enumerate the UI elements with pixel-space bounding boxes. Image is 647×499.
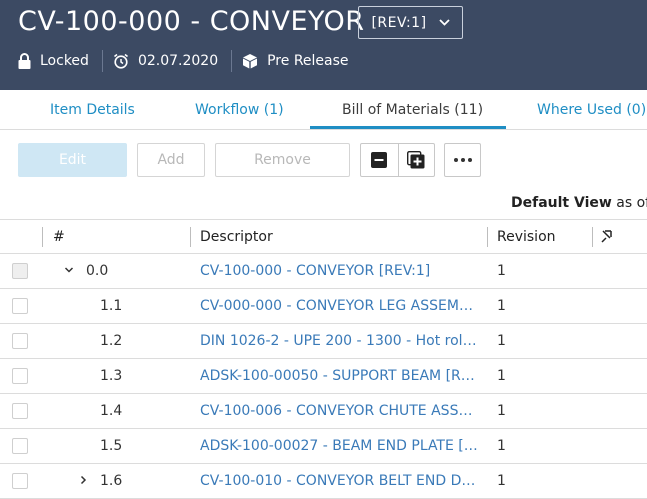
release-date-label: 02.07.2020 [137, 53, 219, 69]
item-meta: Locked 02.07.2020 Pre Release [18, 50, 349, 72]
more-options-icon [453, 158, 458, 162]
collapse-all-button[interactable] [361, 144, 398, 176]
expand-all-icon [407, 151, 425, 169]
collapse-all-icon [371, 152, 388, 168]
row-descriptor-link[interactable]: ADSK-100-00027 - BEAM END PLATE [REV:1] [200, 438, 480, 454]
row-revision: 1 [497, 333, 506, 349]
row-descriptor-link[interactable]: CV-000-000 - CONVEYOR LEG ASSEMBLY [REV:… [200, 298, 480, 314]
active-tab-indicator [310, 126, 506, 129]
bom-table: # Descriptor Revision 0.0 CV-100-000 - C… [0, 219, 647, 499]
table-row[interactable]: 1.1 CV-000-000 - CONVEYOR LEG ASSEMBLY [… [0, 289, 647, 324]
row-descriptor-link[interactable]: CV-100-006 - CONVEYOR CHUTE ASSEMBLY [RE… [200, 403, 480, 419]
more-options-dot [467, 158, 472, 162]
column-divider[interactable] [190, 227, 191, 247]
more-options-button[interactable] [444, 143, 481, 177]
column-divider[interactable] [592, 227, 593, 247]
row-checkbox[interactable] [12, 368, 28, 384]
row-number: 1.1 [100, 298, 123, 314]
row-revision: 1 [497, 298, 506, 314]
row-number: 1.4 [100, 403, 123, 419]
row-number: 0.0 [86, 263, 109, 279]
chevron-down-icon [438, 19, 450, 26]
row-number: 1.5 [100, 438, 123, 454]
table-row[interactable]: 1.3 ADSK-100-00050 - SUPPORT BEAM [REV:1… [0, 359, 647, 394]
tab-where-used[interactable]: Where Used (0) [537, 102, 646, 118]
row-descriptor-link[interactable]: DIN 1026-2 - UPE 200 - 1300 - Hot rolled… [200, 333, 480, 349]
row-checkbox[interactable] [12, 298, 28, 314]
pin-column-icon[interactable] [601, 230, 613, 243]
chevron-down-icon[interactable] [64, 264, 74, 276]
item-title: CV-100-000 - CONVEYOR [18, 6, 365, 37]
table-header: # Descriptor Revision [0, 219, 647, 254]
column-header-revision[interactable]: Revision [497, 229, 556, 245]
view-as-of: as of To [616, 195, 647, 211]
row-checkbox[interactable] [12, 403, 28, 419]
column-divider[interactable] [487, 227, 488, 247]
lifecycle-state: Pre Release [242, 53, 349, 69]
tab-workflow[interactable]: Workflow (1) [195, 102, 284, 118]
lock-status-label: Locked [40, 53, 89, 69]
row-descriptor-link[interactable]: CV-100-010 - CONVEYOR BELT END DRIVE [RE… [200, 473, 480, 489]
lifecycle-label: Pre Release [267, 53, 349, 69]
table-row[interactable]: 1.5 ADSK-100-00027 - BEAM END PLATE [REV… [0, 429, 647, 464]
row-revision: 1 [497, 368, 506, 384]
chevron-right-icon[interactable] [78, 474, 88, 486]
table-row[interactable]: 1.6 CV-100-010 - CONVEYOR BELT END DRIVE… [0, 464, 647, 499]
column-header-descriptor[interactable]: Descriptor [200, 229, 273, 245]
add-button[interactable]: Add [137, 143, 205, 177]
row-checkbox[interactable] [12, 333, 28, 349]
tab-bill-of-materials[interactable]: Bill of Materials (11) [342, 102, 483, 118]
more-options-dot [460, 158, 465, 162]
column-divider[interactable] [42, 227, 43, 247]
revision-dropdown[interactable]: [REV:1] [358, 6, 463, 39]
column-header-number[interactable]: # [53, 229, 65, 245]
alarm-clock-icon [113, 53, 128, 69]
tab-item-details[interactable]: Item Details [50, 102, 135, 118]
row-revision: 1 [497, 438, 506, 454]
row-number: 1.3 [100, 368, 123, 384]
expand-all-button[interactable] [397, 144, 435, 176]
view-name[interactable]: Default View [511, 195, 612, 211]
table-row[interactable]: 1.2 DIN 1026-2 - UPE 200 - 1300 - Hot ro… [0, 324, 647, 359]
row-checkbox[interactable] [12, 473, 28, 489]
lock-status: Locked [18, 53, 89, 69]
bom-toolbar: Edit Add Remove [0, 130, 647, 190]
lock-icon [18, 53, 31, 69]
item-header: CV-100-000 - CONVEYOR [REV:1] Locked 02.… [0, 0, 647, 90]
revision-label: [REV:1] [371, 14, 427, 31]
row-descriptor-link[interactable]: ADSK-100-00050 - SUPPORT BEAM [REV:1] [200, 368, 480, 384]
row-checkbox[interactable] [12, 263, 28, 279]
row-checkbox[interactable] [12, 438, 28, 454]
expand-collapse-group [360, 143, 435, 177]
tab-bar: Item Details Workflow (1) Bill of Materi… [0, 90, 647, 130]
table-row[interactable]: 0.0 CV-100-000 - CONVEYOR [REV:1] 1 [0, 254, 647, 289]
row-number: 1.2 [100, 333, 123, 349]
remove-button[interactable]: Remove [215, 143, 350, 177]
cube-icon [243, 54, 258, 69]
row-number: 1.6 [100, 473, 123, 489]
meta-divider [231, 50, 233, 72]
meta-divider [101, 50, 103, 72]
table-row[interactable]: 1.4 CV-100-006 - CONVEYOR CHUTE ASSEMBLY… [0, 394, 647, 429]
row-revision: 1 [497, 473, 506, 489]
edit-button[interactable]: Edit [18, 143, 127, 177]
row-revision: 1 [497, 403, 506, 419]
view-selector-label: Default View as of To [511, 195, 647, 211]
release-date: 02.07.2020 [113, 53, 218, 69]
row-descriptor-link[interactable]: CV-100-000 - CONVEYOR [REV:1] [200, 263, 480, 279]
row-revision: 1 [497, 263, 506, 279]
